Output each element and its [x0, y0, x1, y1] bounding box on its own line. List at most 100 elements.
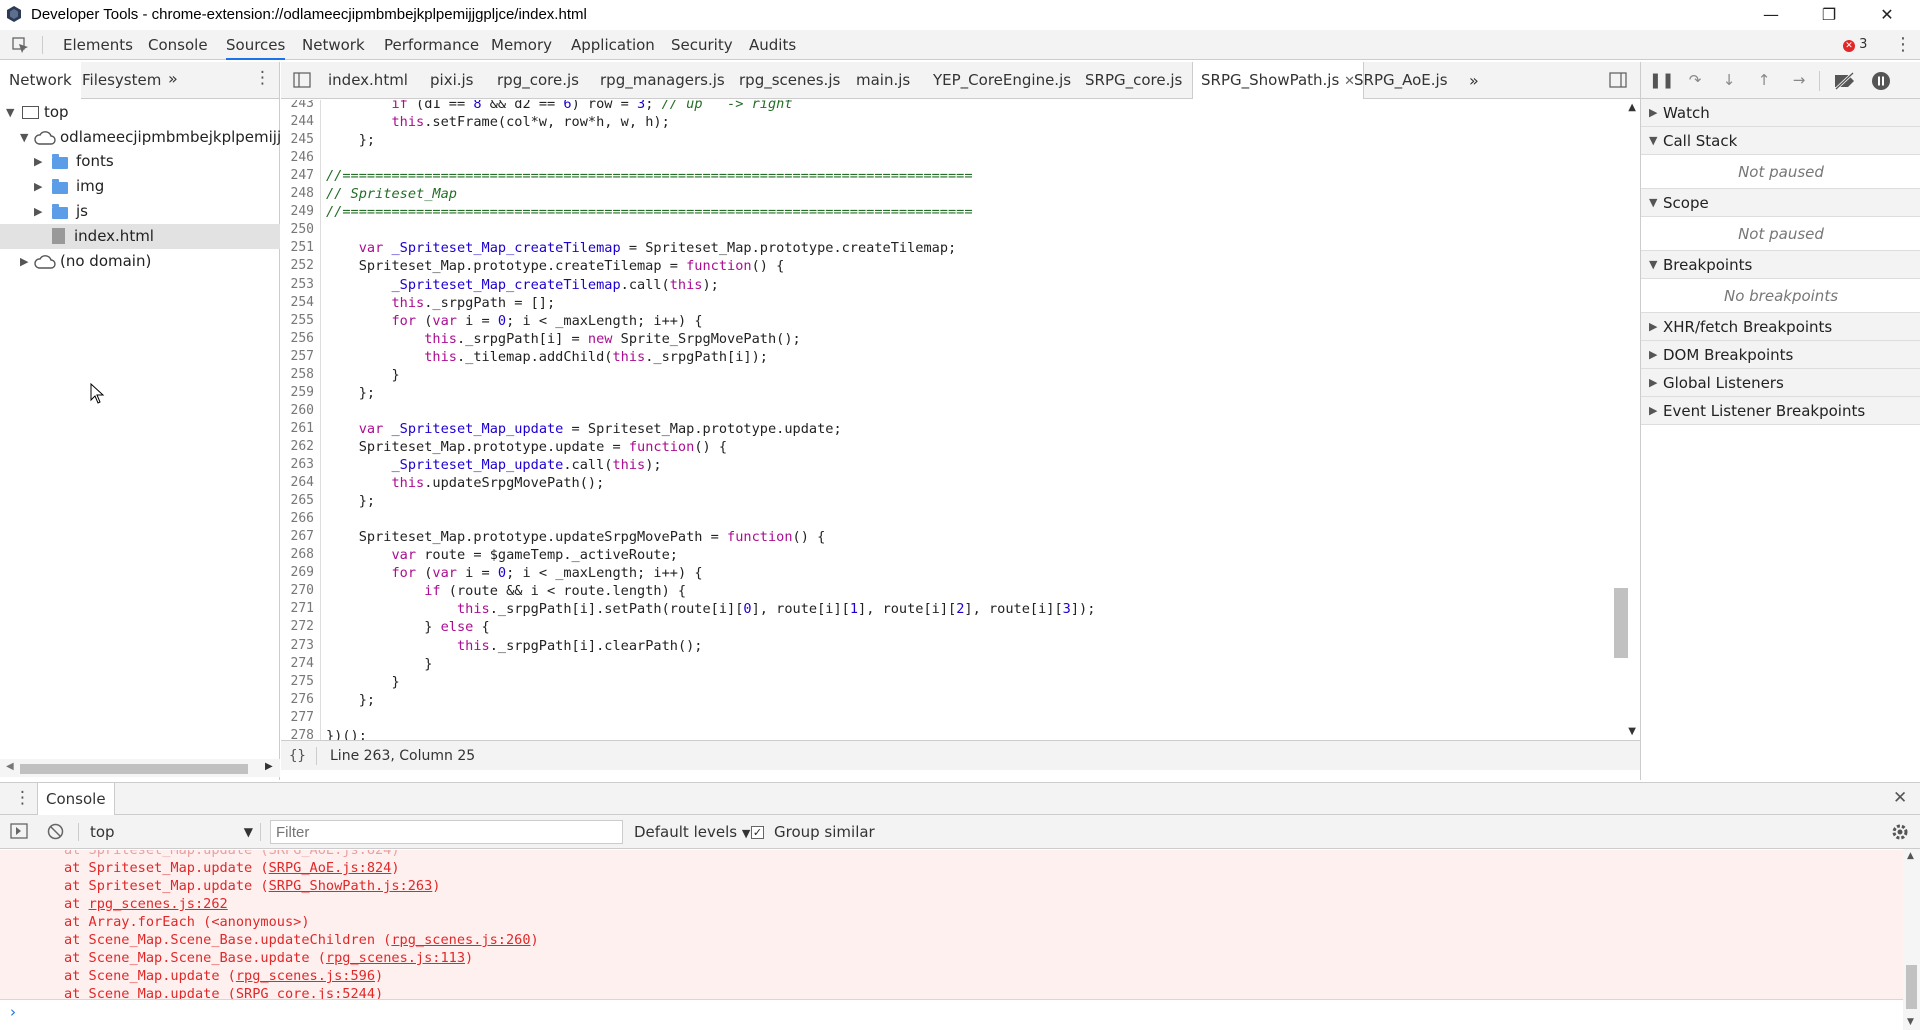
line-number[interactable]: 262 [291, 439, 314, 454]
tab-audits[interactable]: Audits [749, 30, 796, 60]
tree-item[interactable]: ▼ odlameecjipmbmbejkplpemijjgplj [0, 125, 280, 150]
line-number[interactable]: 256 [291, 331, 314, 346]
line-number[interactable]: 268 [291, 547, 314, 562]
scrollbar-thumb[interactable] [20, 764, 248, 774]
console-filter-input[interactable] [270, 820, 623, 844]
clear-console-icon[interactable] [47, 823, 64, 840]
editor-tab-rpg-scenes[interactable]: rpg_scenes.js [739, 62, 840, 99]
nav-tab-filesystem[interactable]: Filesystem [82, 71, 161, 89]
section-header[interactable]: ▶ Watch [1641, 99, 1920, 127]
context-select[interactable]: top ▼ [90, 821, 253, 843]
code-line[interactable]: this._srpgPath[i].clearPath(); [326, 638, 703, 654]
section-header[interactable]: ▼ Call Stack [1641, 127, 1920, 155]
code-line[interactable]: }; [326, 132, 375, 148]
line-number[interactable]: 272 [291, 619, 314, 634]
code-line[interactable]: //======================================… [326, 204, 973, 220]
line-number[interactable]: 261 [291, 421, 314, 436]
more-tabs-icon[interactable]: » [168, 69, 178, 88]
code-line[interactable]: this._tilemap.addChild(this._srpgPath[i]… [326, 349, 768, 365]
code-line[interactable]: for (var i = 0; i < _maxLength; i++) { [326, 565, 702, 581]
step-out-icon[interactable]: ↑ [1754, 71, 1774, 91]
collapsed-arrow-icon[interactable]: ▶ [20, 249, 28, 274]
code-line[interactable]: if (route && i < route.length) { [326, 583, 686, 599]
nav-tab-network[interactable]: Network [0, 62, 81, 99]
editor-tab-index[interactable]: index.html [328, 62, 408, 99]
code-line[interactable]: for (var i = 0; i < _maxLength; i++) { [326, 313, 702, 329]
line-number[interactable]: 269 [291, 565, 314, 580]
pretty-print-icon[interactable]: {} [289, 741, 306, 771]
drawer-menu-icon[interactable]: ⋮ [14, 788, 31, 808]
line-number[interactable]: 271 [291, 601, 314, 616]
line-number[interactable]: 274 [291, 656, 314, 671]
line-number[interactable]: 252 [291, 258, 314, 273]
tab-application[interactable]: Application [571, 30, 655, 60]
error-counter[interactable]: ✕ 3 [1843, 36, 1877, 54]
code-line[interactable]: this.setFrame(col*w, row*h, w, h); [326, 114, 669, 130]
line-number[interactable]: 248 [291, 186, 314, 201]
line-number[interactable]: 250 [291, 222, 314, 237]
line-number[interactable]: 245 [291, 132, 314, 147]
section-header[interactable]: ▶ XHR/fetch Breakpoints [1641, 313, 1920, 341]
code-line[interactable]: // Spriteset_Map [326, 186, 457, 202]
tree-item[interactable]: ▶ fonts [0, 149, 280, 174]
code-line[interactable]: }; [326, 692, 375, 708]
line-number[interactable]: 278 [291, 728, 314, 740]
tree-item[interactable]: ▼ top [0, 100, 280, 125]
expanded-arrow-icon[interactable]: ▼ [20, 125, 28, 150]
line-number[interactable]: 263 [291, 457, 314, 472]
line-number[interactable]: 259 [291, 385, 314, 400]
minimize-button[interactable]: — [1742, 0, 1800, 28]
toggle-navigator-icon[interactable] [293, 72, 311, 88]
step-over-icon[interactable]: ↷ [1685, 71, 1705, 91]
console-prompt-icon[interactable]: › [10, 1003, 16, 1021]
line-number[interactable]: 244 [291, 114, 314, 129]
restore-button[interactable]: ❐ [1800, 0, 1858, 28]
editor-tab-rpg-core[interactable]: rpg_core.js [497, 62, 579, 99]
line-number[interactable]: 253 [291, 277, 314, 292]
line-number[interactable]: 264 [291, 475, 314, 490]
more-editor-tabs-icon[interactable]: » [1469, 62, 1479, 99]
source-link[interactable]: SRPG_core.js:5244 [236, 986, 375, 999]
step-into-icon[interactable]: ↓ [1719, 71, 1739, 91]
collapsed-arrow-icon[interactable]: ▶ [34, 174, 42, 199]
editor-tab-yep-coreengine[interactable]: YEP_CoreEngine.js [933, 62, 1071, 99]
expanded-arrow-icon[interactable]: ▼ [6, 100, 14, 125]
source-link[interactable]: rpg_scenes.js:260 [391, 932, 530, 948]
close-drawer-icon[interactable]: ✕ [1893, 788, 1907, 808]
line-number[interactable]: 277 [291, 710, 314, 725]
source-link[interactable]: rpg_scenes.js:113 [326, 950, 465, 966]
drawer-tab-console[interactable]: Console [37, 783, 115, 815]
line-number[interactable]: 254 [291, 295, 314, 310]
code-line[interactable]: _Spriteset_Map_createTilemap.call(this); [326, 277, 718, 293]
collapsed-arrow-icon[interactable]: ▶ [34, 149, 42, 174]
line-number[interactable]: 266 [291, 511, 314, 526]
console-settings-gear-icon[interactable] [1890, 822, 1910, 842]
code-line[interactable]: }; [326, 493, 375, 509]
editor-tab-main[interactable]: main.js [856, 62, 910, 99]
line-number[interactable]: 255 [291, 313, 314, 328]
code-line[interactable]: }; [326, 385, 375, 401]
log-levels-dropdown[interactable]: Default levels ▼ [634, 821, 750, 845]
inspect-element-icon[interactable] [12, 37, 30, 55]
toggle-debugger-icon[interactable] [1609, 72, 1627, 88]
source-link[interactable]: SRPG_ShowPath.js:263 [269, 878, 433, 894]
source-link[interactable]: rpg_scenes.js:262 [89, 896, 228, 912]
editor-tab-rpg-managers[interactable]: rpg_managers.js [600, 62, 725, 99]
code-line[interactable]: } [326, 367, 399, 383]
code-line[interactable]: var _Spriteset_Map_update = Spriteset_Ma… [326, 421, 842, 437]
line-number-gutter[interactable]: 243 244 245 246 247 248 249 250 251 252 253 254 255 2… [281, 100, 321, 740]
tab-security[interactable]: Security [671, 30, 733, 60]
scroll-up-icon[interactable]: ▲ [1907, 851, 1914, 861]
line-number[interactable]: 260 [291, 403, 314, 418]
scroll-down-icon[interactable]: ▼ [1628, 726, 1636, 737]
code-view[interactable]: 243 244 245 246 247 248 249 250 251 252 253 254 255 2… [281, 100, 1640, 740]
code-line[interactable]: //======================================… [326, 168, 973, 184]
tab-memory[interactable]: Memory [491, 30, 552, 60]
code-line[interactable]: } [326, 656, 432, 672]
source-link[interactable]: rpg_scenes.js:596 [236, 968, 375, 984]
code-line[interactable]: var route = $gameTemp._activeRoute; [326, 547, 677, 563]
tree-item[interactable]: ▶ (no domain) [0, 249, 280, 274]
code-line[interactable]: this._srpgPath[i] = new Sprite_SrpgMoveP… [326, 331, 801, 347]
code-line[interactable]: Spriteset_Map.prototype.updateSrpgMovePa… [326, 529, 826, 545]
tree-item[interactable]: ▶ img [0, 174, 280, 199]
